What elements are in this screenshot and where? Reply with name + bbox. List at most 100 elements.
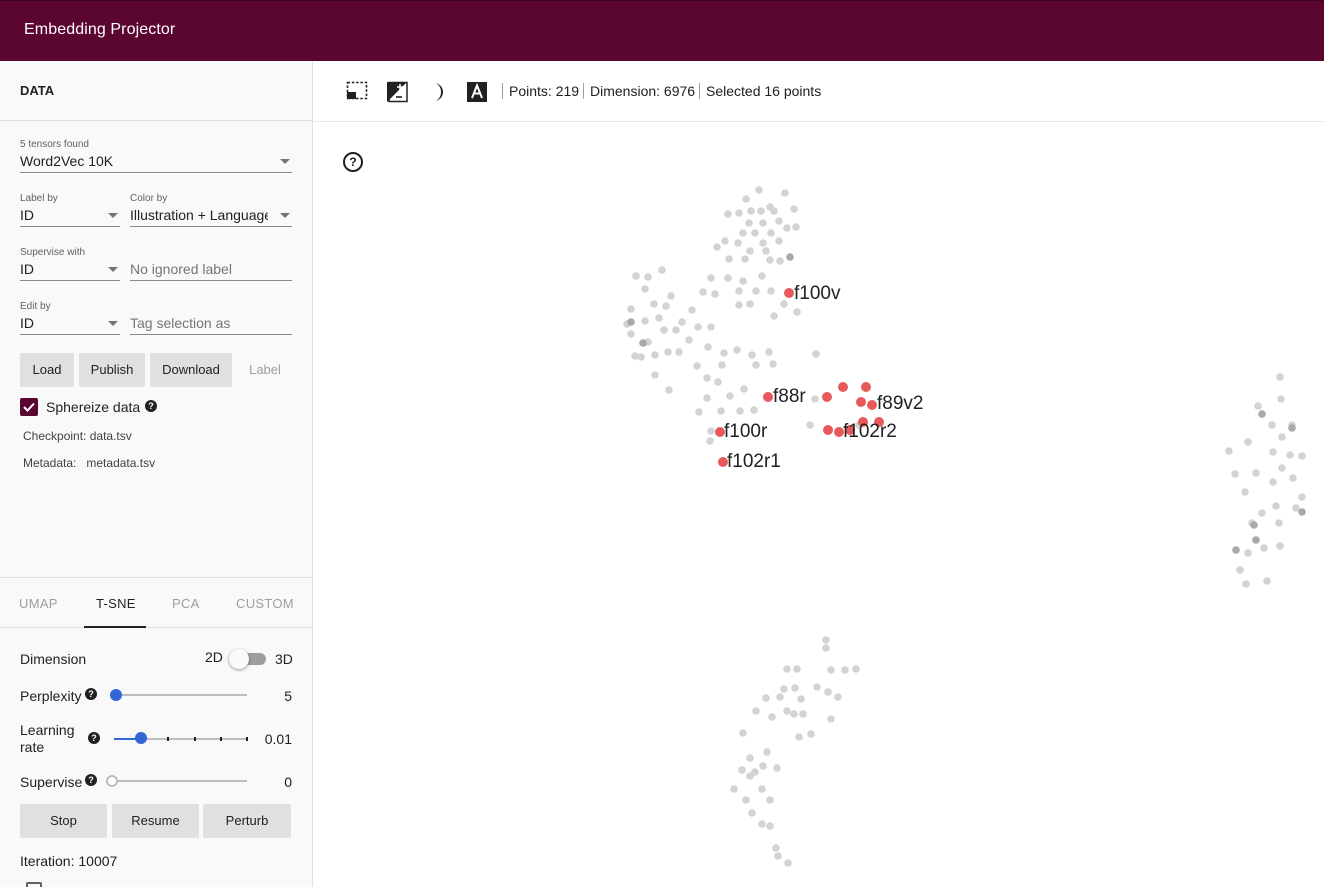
data-point[interactable] bbox=[1276, 542, 1284, 550]
data-point[interactable] bbox=[627, 330, 635, 338]
help-icon[interactable]: ? bbox=[343, 152, 363, 172]
data-point[interactable] bbox=[742, 195, 750, 203]
data-point[interactable] bbox=[1286, 451, 1294, 459]
load-button[interactable]: Load bbox=[20, 353, 74, 387]
data-point[interactable] bbox=[1276, 373, 1284, 381]
data-point[interactable] bbox=[767, 229, 775, 237]
data-point[interactable] bbox=[738, 766, 746, 774]
data-point[interactable] bbox=[811, 395, 819, 403]
data-point[interactable] bbox=[758, 272, 766, 280]
selected-point[interactable] bbox=[784, 288, 794, 298]
data-point[interactable] bbox=[665, 386, 673, 394]
data-point[interactable] bbox=[793, 308, 801, 316]
tag-selection-input[interactable]: Tag selection as bbox=[130, 315, 292, 335]
data-point[interactable] bbox=[726, 392, 734, 400]
data-point[interactable] bbox=[734, 239, 742, 247]
data-point[interactable] bbox=[806, 421, 814, 429]
projection-canvas[interactable]: ? f100v f88r f89v2 f100r f102r2 f102r1 bbox=[313, 122, 1324, 887]
data-point[interactable] bbox=[824, 688, 832, 696]
data-point[interactable] bbox=[763, 748, 771, 756]
data-point[interactable] bbox=[1225, 447, 1233, 455]
data-point[interactable] bbox=[662, 302, 670, 310]
data-point[interactable] bbox=[769, 360, 777, 368]
data-point[interactable] bbox=[1252, 536, 1260, 544]
color-by-select[interactable]: Color by Illustration + Language bbox=[130, 193, 292, 229]
data-point[interactable] bbox=[746, 247, 754, 255]
data-point[interactable] bbox=[793, 665, 801, 673]
data-point[interactable] bbox=[707, 427, 715, 435]
data-point[interactable] bbox=[795, 733, 803, 741]
data-point[interactable] bbox=[759, 219, 767, 227]
data-point[interactable] bbox=[790, 205, 798, 213]
data-point[interactable] bbox=[750, 406, 758, 414]
selected-point[interactable] bbox=[763, 392, 773, 402]
supervise-slider-knob[interactable] bbox=[106, 775, 118, 787]
data-point[interactable] bbox=[752, 707, 760, 715]
tab-pca[interactable]: PCA bbox=[172, 596, 200, 611]
data-point[interactable] bbox=[748, 809, 756, 817]
data-point[interactable] bbox=[655, 314, 663, 322]
data-point[interactable] bbox=[739, 277, 747, 285]
tab-umap[interactable]: UMAP bbox=[19, 596, 58, 611]
data-point[interactable] bbox=[1258, 509, 1266, 517]
data-point[interactable] bbox=[767, 287, 775, 295]
data-point[interactable] bbox=[641, 285, 649, 293]
label-button[interactable]: Label bbox=[240, 353, 290, 387]
help-icon[interactable]: ? bbox=[85, 774, 97, 786]
data-point[interactable] bbox=[713, 243, 721, 251]
data-point[interactable] bbox=[776, 257, 784, 265]
supervise-slider[interactable] bbox=[112, 780, 247, 782]
selected-point[interactable] bbox=[823, 425, 833, 435]
tab-tsne[interactable]: T-SNE bbox=[96, 596, 136, 611]
dimension-toggle-knob[interactable] bbox=[229, 649, 249, 669]
data-point[interactable] bbox=[694, 323, 702, 331]
data-point[interactable] bbox=[775, 237, 783, 245]
data-point[interactable] bbox=[745, 219, 753, 227]
selected-point[interactable] bbox=[861, 382, 871, 392]
data-point[interactable] bbox=[664, 348, 672, 356]
data-point[interactable] bbox=[1298, 452, 1306, 460]
data-point[interactable] bbox=[695, 408, 703, 416]
data-point[interactable] bbox=[790, 710, 798, 718]
data-point[interactable] bbox=[757, 207, 765, 215]
ignored-label-input[interactable]: No ignored label bbox=[130, 261, 292, 281]
data-point[interactable] bbox=[791, 684, 799, 692]
sphereize-checkbox[interactable] bbox=[20, 398, 38, 416]
data-point[interactable] bbox=[1268, 421, 1276, 429]
data-point[interactable] bbox=[755, 186, 763, 194]
data-point[interactable] bbox=[1263, 577, 1271, 585]
data-point[interactable] bbox=[735, 301, 743, 309]
data-point[interactable] bbox=[758, 785, 766, 793]
data-point[interactable] bbox=[637, 353, 645, 361]
data-point[interactable] bbox=[841, 666, 849, 674]
data-point[interactable] bbox=[772, 844, 780, 852]
data-point[interactable] bbox=[1278, 464, 1286, 472]
label-by-select[interactable]: Label by ID bbox=[20, 193, 120, 229]
data-point[interactable] bbox=[1236, 566, 1244, 574]
data-point[interactable] bbox=[627, 318, 635, 326]
data-point[interactable] bbox=[735, 287, 743, 295]
data-point[interactable] bbox=[660, 326, 668, 334]
data-point[interactable] bbox=[770, 207, 778, 215]
data-point[interactable] bbox=[693, 362, 701, 370]
data-point[interactable] bbox=[707, 274, 715, 282]
data-point[interactable] bbox=[759, 239, 767, 247]
data-point[interactable] bbox=[780, 685, 788, 693]
tensor-select[interactable]: 5 tensors found Word2Vec 10K bbox=[20, 139, 292, 175]
data-point[interactable] bbox=[752, 287, 760, 295]
data-point[interactable] bbox=[781, 189, 789, 197]
data-point[interactable] bbox=[685, 336, 693, 344]
data-point[interactable] bbox=[758, 820, 766, 828]
data-point[interactable] bbox=[1244, 438, 1252, 446]
data-point[interactable] bbox=[1260, 544, 1268, 552]
data-point[interactable] bbox=[807, 730, 815, 738]
data-point[interactable] bbox=[724, 210, 732, 218]
resume-button[interactable]: Resume bbox=[112, 804, 199, 838]
data-point[interactable] bbox=[746, 300, 754, 308]
data-point[interactable] bbox=[783, 224, 791, 232]
perplexity-slider-knob[interactable] bbox=[110, 689, 122, 701]
night-mode-icon[interactable] bbox=[386, 81, 408, 103]
data-point[interactable] bbox=[1298, 508, 1306, 516]
download-button[interactable]: Download bbox=[150, 353, 232, 387]
data-point[interactable] bbox=[733, 346, 741, 354]
